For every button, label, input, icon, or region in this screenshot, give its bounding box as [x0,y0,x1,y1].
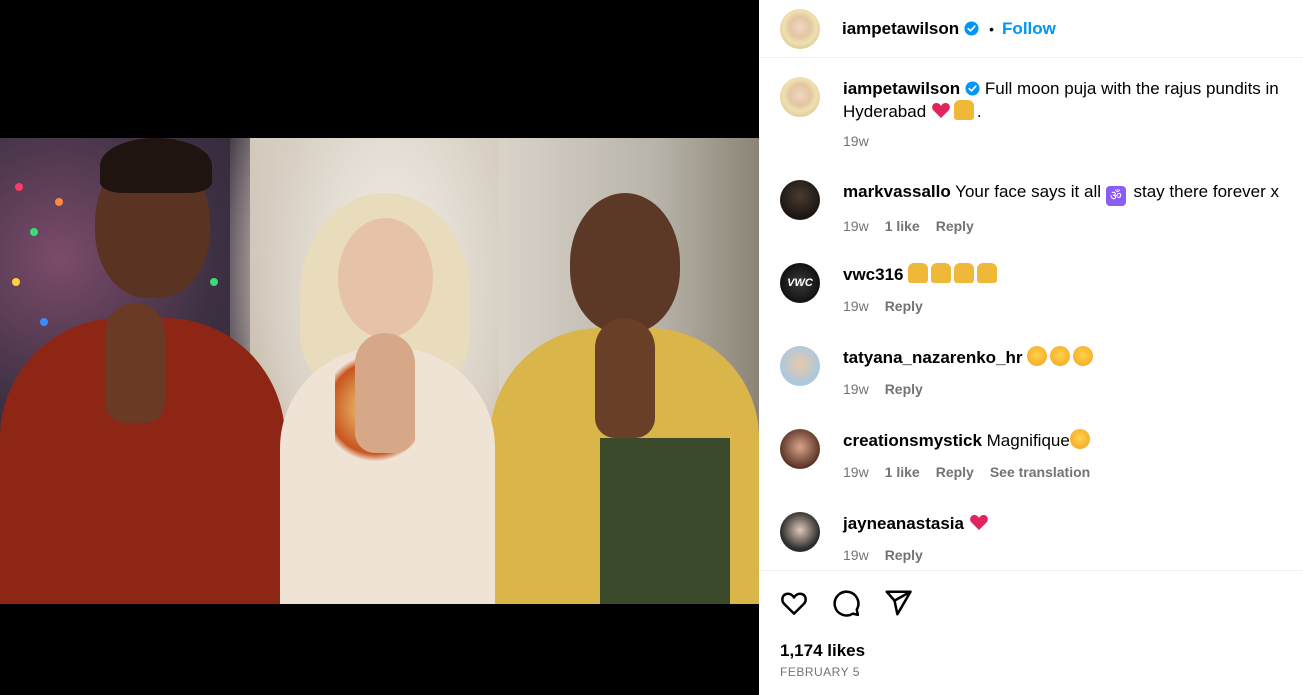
comment-time[interactable]: 19w [843,378,869,401]
comment-item: VWC vwc316 19w Reply [780,263,1295,318]
praying-hands-emoji-icon [977,263,998,283]
comment-username[interactable]: creationsmystick [843,431,982,450]
comment-time[interactable]: 19w [843,215,869,238]
person-center-head [338,218,433,338]
comment-username[interactable]: vwc316 [843,265,904,284]
comment-item: creationsmystick Magnifique 19w 1 like R… [780,429,1295,484]
person-left-hair [100,138,212,193]
commenter-avatar[interactable] [780,512,820,552]
reply-button[interactable]: Reply [885,378,923,401]
author-avatar[interactable] [780,8,820,49]
comment-username[interactable]: markvassallo [843,182,951,201]
praying-hands-center [355,333,415,453]
comment-likes[interactable]: 1 like [885,215,920,238]
comment-item: tatyana_nazarenko_hr 19w Reply [780,346,1295,401]
post-photo[interactable] [0,138,759,604]
comment-meta: 19w Reply [843,378,1096,401]
person-right-head [570,193,680,333]
reply-button[interactable]: Reply [885,544,923,567]
comment-meta: 19w 1 like Reply [843,215,1279,238]
see-translation-button[interactable]: See translation [990,461,1090,484]
comment-meta: 19w Reply [843,295,1000,318]
comment-likes[interactable]: 1 like [885,461,920,484]
caption-time[interactable]: 19w [843,130,869,153]
praying-hands-left [105,303,165,423]
comment-item: markvassallo Your face says it all ॐ sta… [780,180,1295,238]
praying-hands-emoji-icon [953,100,974,120]
comment-text: Your face says it all [955,182,1102,201]
commenter-avatar[interactable] [780,346,820,386]
comments-list[interactable]: iampetawilson Full moon puja with the ra… [759,58,1303,570]
red-heart-emoji-icon [969,515,988,530]
follow-button[interactable]: Follow [1002,19,1056,39]
post-caption: iampetawilson Full moon puja with the ra… [780,77,1295,153]
om-symbol-emoji-icon: ॐ [1105,186,1126,206]
post-footer: 1,174 likes FEBRUARY 5 [759,570,1303,695]
likes-count[interactable]: 1,174 likes [780,641,865,661]
comment-username[interactable]: tatyana_nazarenko_hr [843,348,1023,367]
comment-text-after: stay there forever x [1133,182,1279,201]
verified-badge-icon [964,21,979,36]
verified-badge-icon [965,81,980,96]
reply-button[interactable]: Reply [936,215,974,238]
reply-button[interactable]: Reply [885,295,923,318]
commenter-avatar[interactable] [780,429,820,469]
caption-avatar[interactable] [780,77,820,117]
commenter-avatar[interactable]: VWC [780,263,820,303]
caption-suffix: . [976,102,982,121]
praying-hands-emoji-icon [954,263,975,283]
action-bar [779,588,913,618]
star-struck-emoji-icon [1050,346,1071,366]
comment-meta: 19w 1 like Reply See translation [843,461,1106,484]
reply-button[interactable]: Reply [936,461,974,484]
comment-text: Magnifique [986,431,1070,450]
header-separator: • [989,20,995,37]
caption-meta: 19w [843,130,1293,153]
comment-item: jayneanastasia 19w Reply [780,512,1295,567]
star-struck-emoji-icon [1069,429,1090,449]
comment-bubble-icon[interactable] [831,588,861,618]
post-media [0,0,759,695]
praying-hands-emoji-icon [931,263,952,283]
author-username[interactable]: iampetawilson [842,19,959,39]
comment-meta: 19w Reply [843,544,992,567]
star-struck-emoji-icon [1073,346,1094,366]
comment-username[interactable]: jayneanastasia [843,514,964,533]
star-struck-emoji-icon [1027,346,1048,366]
person-right-cloth [600,438,730,604]
comment-time[interactable]: 19w [843,544,869,567]
post-header: iampetawilson • Follow [759,0,1303,58]
red-heart-emoji-icon [932,103,950,118]
heart-outline-icon[interactable] [779,588,809,618]
praying-hands-emoji-icon [908,263,929,283]
commenter-avatar[interactable] [780,180,820,220]
paper-plane-icon[interactable] [883,588,913,618]
comment-time[interactable]: 19w [843,295,869,318]
caption-username[interactable]: iampetawilson [843,79,960,98]
comment-time[interactable]: 19w [843,461,869,484]
post-date: FEBRUARY 5 [780,665,860,679]
post-side-panel: iampetawilson • Follow iampetawilson Ful… [759,0,1303,695]
praying-hands-right [595,318,655,438]
